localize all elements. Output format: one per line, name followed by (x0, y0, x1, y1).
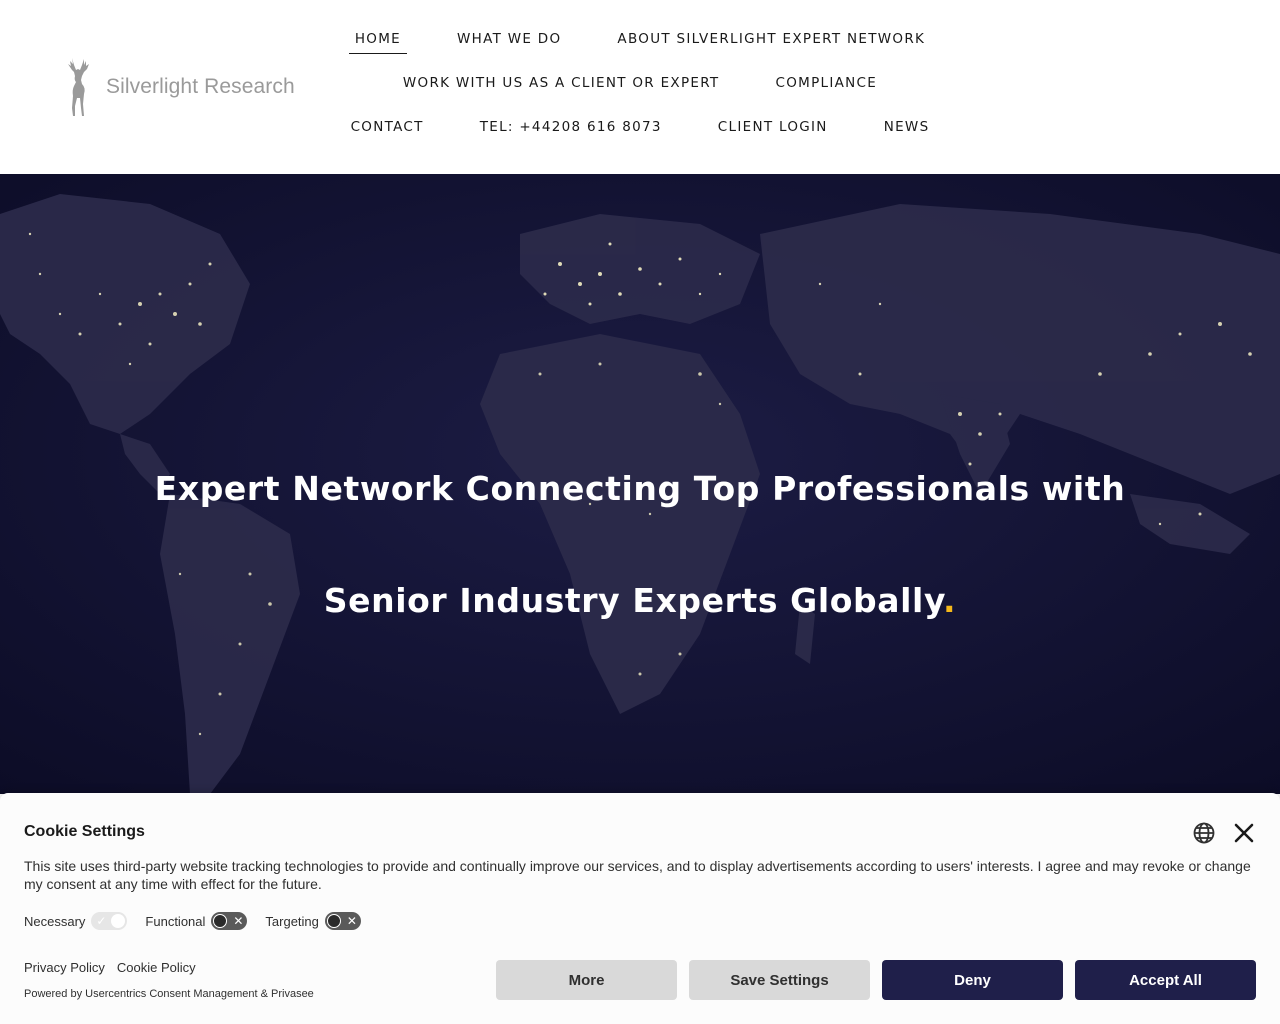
policy-links: Privacy Policy Cookie Policy (24, 960, 208, 975)
globe-icon[interactable] (1190, 819, 1218, 847)
site-logo[interactable]: Silverlight Research (60, 55, 300, 119)
hero-headline-line-2: Senior Industry Experts Globally. (0, 566, 1280, 678)
logo-text: Silverlight Research (106, 75, 295, 98)
hero-headline: Expert Network Connecting Top Profession… (0, 454, 1280, 678)
cookie-policy-link[interactable]: Cookie Policy (117, 960, 196, 975)
hero-headline-line-2-text: Senior Industry Experts Globally (323, 581, 944, 620)
nav-item-contact[interactable]: CONTACT (345, 119, 430, 142)
toggle-label-targeting: Targeting (265, 913, 319, 929)
cookie-header-icons (1178, 819, 1258, 847)
nav-item-about[interactable]: ABOUT SILVERLIGHT EXPERT NETWORK (611, 31, 931, 54)
toggle-knob (326, 914, 341, 928)
toggle-group-functional: Functional ✕ (145, 912, 248, 930)
nav-row-3: CONTACT TEL: +44208 616 8073 CLIENT LOGI… (340, 108, 940, 152)
toggle-necessary[interactable]: ✓ (91, 912, 128, 930)
nav-item-telephone[interactable]: TEL: +44208 616 8073 (474, 119, 668, 142)
main-navigation: HOME WHAT WE DO ABOUT SILVERLIGHT EXPERT… (340, 20, 940, 152)
nav-item-compliance[interactable]: COMPLIANCE (769, 75, 883, 98)
powered-by-text: Powered by Usercentrics Consent Manageme… (24, 988, 314, 1000)
toggle-functional[interactable]: ✕ (211, 912, 248, 930)
nav-item-news[interactable]: NEWS (878, 119, 936, 142)
toggle-label-functional: Functional (145, 913, 206, 929)
deny-button[interactable]: Deny (882, 960, 1063, 1000)
toggle-targeting[interactable]: ✕ (324, 912, 361, 930)
nav-row-1: HOME WHAT WE DO ABOUT SILVERLIGHT EXPERT… (340, 20, 940, 64)
consent-buttons: More Save Settings Deny Accept All (496, 960, 1268, 1000)
stag-logo-icon (68, 58, 89, 116)
toggle-knob (111, 914, 126, 928)
x-icon: ✕ (233, 914, 244, 928)
cookie-title: Cookie Settings (24, 823, 145, 840)
nav-row-2: WORK WITH US AS A CLIENT OR EXPERT COMPL… (340, 64, 940, 108)
x-icon: ✕ (346, 914, 357, 928)
consent-toggles: Necessary ✓ Functional ✕ Targeting ✕ (24, 912, 379, 930)
check-icon: ✓ (96, 914, 107, 928)
nav-item-client-login[interactable]: CLIENT LOGIN (712, 119, 834, 142)
more-button[interactable]: More (496, 960, 677, 1000)
toggle-label-necessary: Necessary (24, 913, 86, 929)
nav-item-home[interactable]: HOME (348, 31, 407, 54)
hero-banner: Expert Network Connecting Top Profession… (0, 174, 1280, 794)
privacy-policy-link[interactable]: Privacy Policy (24, 960, 105, 975)
nav-item-what-we-do[interactable]: WHAT WE DO (451, 31, 567, 54)
hero-headline-line-1: Expert Network Connecting Top Profession… (154, 469, 1126, 508)
hero-accent-dot: . (943, 581, 957, 620)
toggle-knob (213, 914, 228, 928)
toggle-group-necessary: Necessary ✓ (24, 912, 128, 930)
nav-item-work-with-us[interactable]: WORK WITH US AS A CLIENT OR EXPERT (397, 75, 726, 98)
cookie-consent-banner: Cookie Settings This site uses third-par… (0, 793, 1280, 1024)
save-settings-button[interactable]: Save Settings (689, 960, 870, 1000)
toggle-group-targeting: Targeting ✕ (265, 912, 361, 930)
close-icon[interactable] (1230, 819, 1258, 847)
accept-all-button[interactable]: Accept All (1075, 960, 1256, 1000)
site-header: Silverlight Research HOME WHAT WE DO ABO… (0, 0, 1280, 174)
cookie-description: This site uses third-party website track… (24, 858, 1251, 892)
